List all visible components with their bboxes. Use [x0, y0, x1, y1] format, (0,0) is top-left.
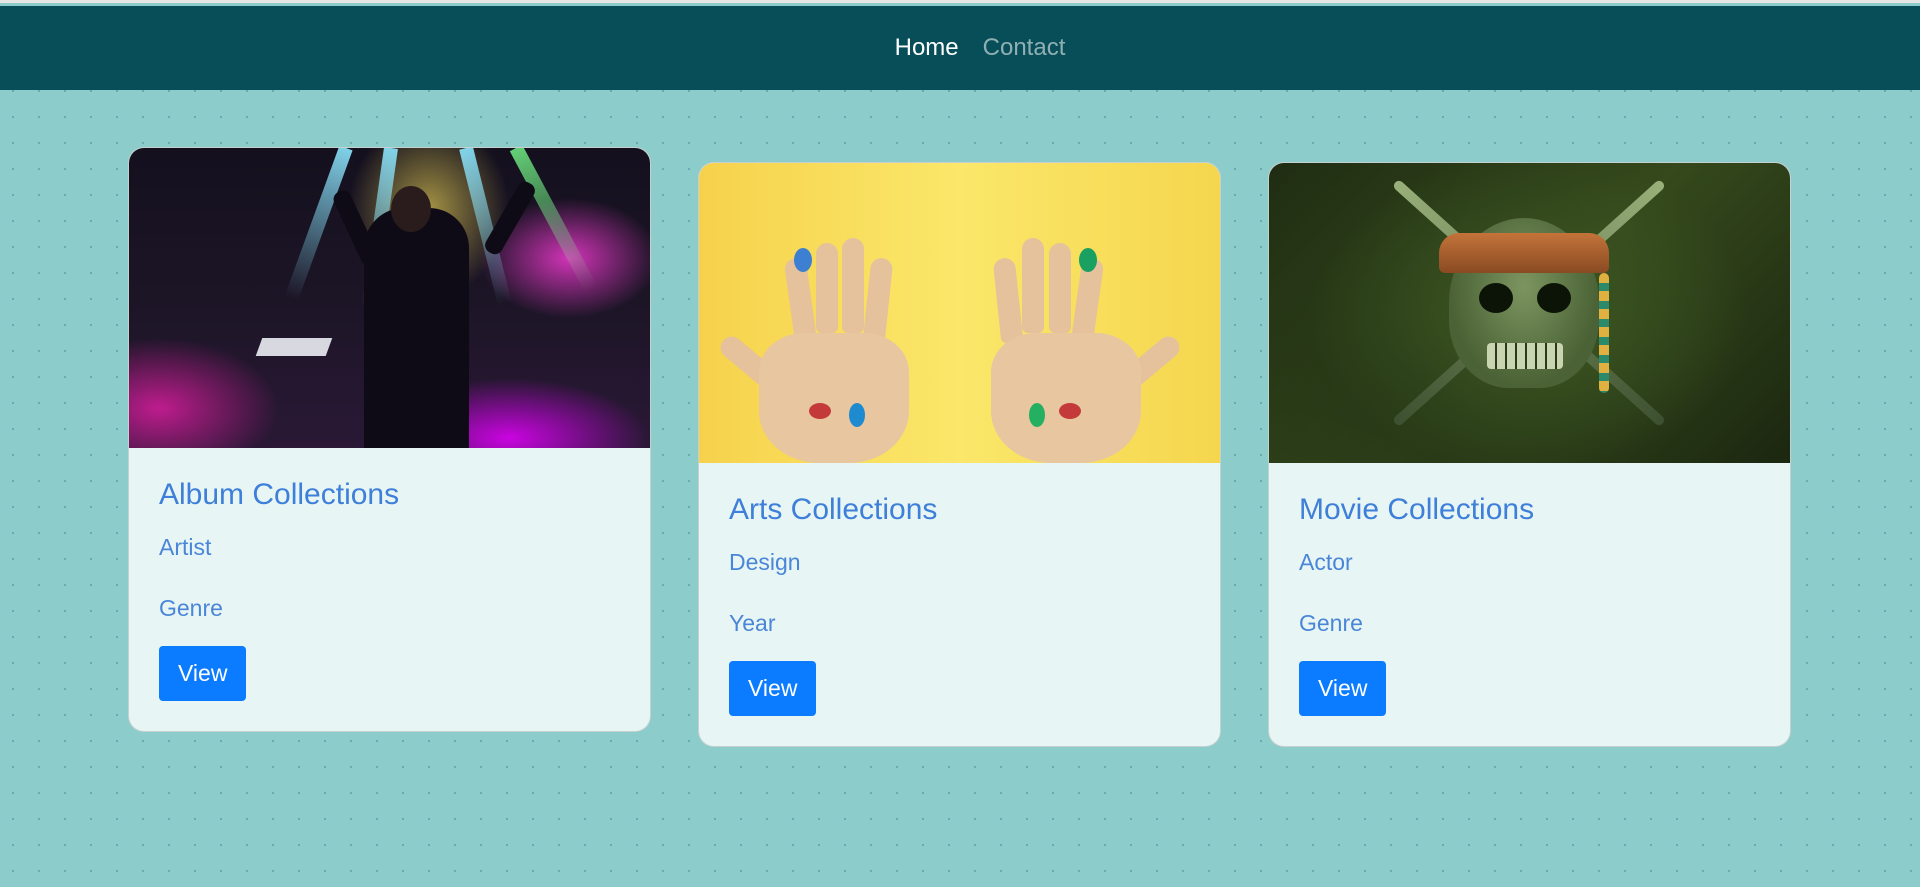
card-title: Arts Collections — [729, 493, 938, 526]
card-text-actor: Actor — [1299, 549, 1353, 575]
card-title: Movie Collections — [1299, 493, 1535, 526]
view-arts-button[interactable]: View — [729, 661, 817, 716]
nav-contact-link[interactable]: Contact — [983, 34, 1066, 62]
card-text-artist: Artist — [159, 534, 212, 560]
card-text-year: Year — [729, 610, 776, 636]
view-album-button[interactable]: View — [159, 646, 247, 701]
card-text-genre: Genre — [1299, 610, 1363, 636]
card-text-design: Design — [729, 549, 801, 575]
arts-collections-card: Arts Collections Design Year View — [698, 162, 1221, 747]
movie-collections-card: Movie Collections Actor Genre View — [1268, 162, 1791, 747]
concert-photo — [129, 148, 650, 448]
card-text-genre: Genre — [159, 595, 223, 621]
pirate-skull-photo — [1269, 163, 1790, 463]
card-title: Album Collections — [159, 478, 400, 511]
view-movie-button[interactable]: View — [1299, 661, 1387, 716]
top-navbar: Home Contact — [0, 6, 1920, 90]
album-collections-card: Album Collections Artist Genre View — [128, 147, 651, 732]
painted-hands-photo — [699, 163, 1220, 463]
nav-home-link[interactable]: Home — [895, 34, 959, 62]
